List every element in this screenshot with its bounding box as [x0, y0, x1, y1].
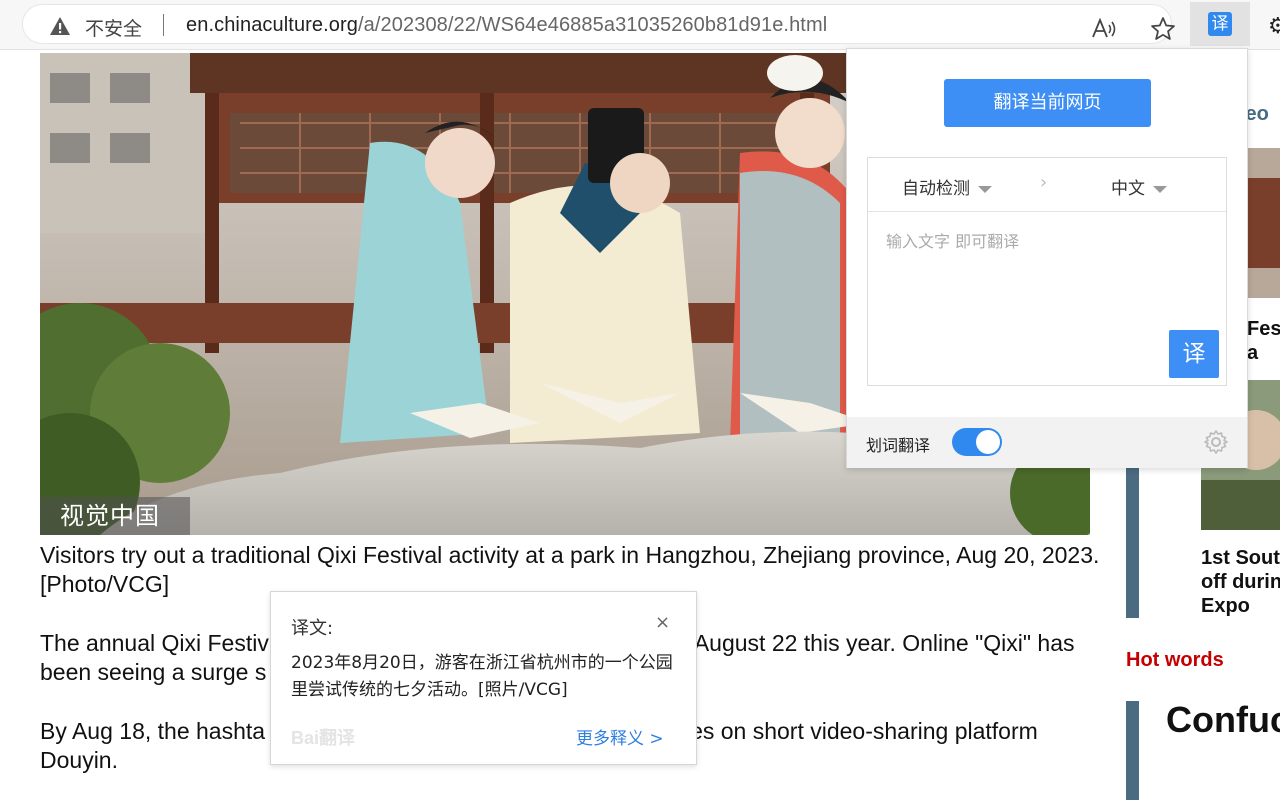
translator-extension-button[interactable]: 译 [1190, 2, 1250, 46]
translation-result: 2023年8月20日，游客在浙江省杭州市的一个公园里尝试传统的七夕活动。[照片/… [291, 653, 673, 700]
sidebar-item-1-line-1[interactable]: Fes [1247, 317, 1280, 341]
warning-icon[interactable] [49, 16, 71, 36]
translate-box: 自动检测 › 中文 译 [867, 157, 1227, 386]
read-aloud-icon[interactable] [1091, 17, 1117, 41]
address-divider [163, 14, 164, 36]
star-icon[interactable] [1150, 16, 1176, 42]
photo-watermark: 视觉中国 [40, 497, 190, 535]
sidebar-item-2-line-2[interactable]: off durin [1201, 570, 1280, 594]
source-language-select[interactable]: 自动检测 [902, 174, 992, 199]
source-language-label: 自动检测 [902, 179, 970, 199]
more-definitions-link[interactable]: 更多释义 > [576, 724, 664, 749]
translate-extension-icon: 译 [1208, 12, 1232, 36]
bubble-title: 译文: [291, 618, 334, 639]
sidebar-item-1-line-2[interactable]: a [1247, 341, 1258, 365]
hot-words-accent-line [1126, 701, 1139, 800]
paragraph-1-start: The annual Qixi Festiv [40, 630, 269, 656]
url-path: /a/202308/22/WS64e46885a31035260b81d91e.… [358, 14, 828, 36]
hot-word-item[interactable]: Confuc [1166, 699, 1280, 741]
paragraph-2-start: By Aug 18, the hashta [40, 718, 266, 744]
selection-translate-toggle[interactable] [952, 428, 1002, 456]
target-language-label: 中文 [1111, 179, 1145, 199]
url-host: en.chinaculture.org [186, 14, 359, 36]
paragraph-2-end: es on short video-sharing platform [690, 718, 1038, 744]
browser-toolbar: 不安全 en.chinaculture.org/a/202308/22/WS64… [0, 0, 1280, 50]
translate-page-button[interactable]: 翻译当前网页 [944, 79, 1151, 127]
selection-translate-label: 划词翻译 [866, 436, 931, 455]
selection-translation-bubble: 译文: × 2023年8月20日，游客在浙江省杭州市的一个公园里尝试传统的七夕活… [270, 591, 697, 765]
toggle-knob [976, 430, 1000, 454]
target-language-select[interactable]: 中文 [1111, 174, 1167, 199]
sidebar-item-2-line-3[interactable]: Expo [1201, 594, 1250, 618]
baidu-translate-logo: Bai翻译 [291, 728, 356, 748]
security-label[interactable]: 不安全 [85, 14, 142, 41]
paragraph-2-line-2: Douyin. [40, 747, 118, 773]
settings-icon[interactable] [1203, 429, 1229, 455]
url-text[interactable]: en.chinaculture.org/a/202308/22/WS64e468… [186, 14, 827, 37]
hot-words-heading: Hot words [1126, 649, 1224, 671]
language-arrow-icon: › [1040, 172, 1048, 193]
address-bar[interactable]: 不安全 en.chinaculture.org/a/202308/22/WS64… [22, 4, 1175, 44]
chevron-down-icon [978, 185, 992, 193]
settings-gear-icon[interactable]: ⚙ [1268, 14, 1280, 39]
translator-popup: 翻译当前网页 自动检测 › 中文 译 划词翻译 [846, 48, 1248, 468]
sidebar-item-2-line-1[interactable]: 1st Sout [1201, 546, 1280, 570]
paragraph-1-end: August 22 this year. Online "Qixi" has [693, 630, 1075, 656]
close-icon[interactable]: × [655, 612, 670, 633]
paragraph-1-line-2: been seeing a surge s [40, 659, 267, 685]
translate-input[interactable] [886, 232, 1206, 251]
sidebar-accent-line [1126, 468, 1139, 618]
popup-footer: 划词翻译 [847, 417, 1247, 468]
language-selector-row: 自动检测 › 中文 [868, 158, 1226, 212]
chevron-down-icon [1153, 185, 1167, 193]
translate-button[interactable]: 译 [1169, 330, 1219, 378]
